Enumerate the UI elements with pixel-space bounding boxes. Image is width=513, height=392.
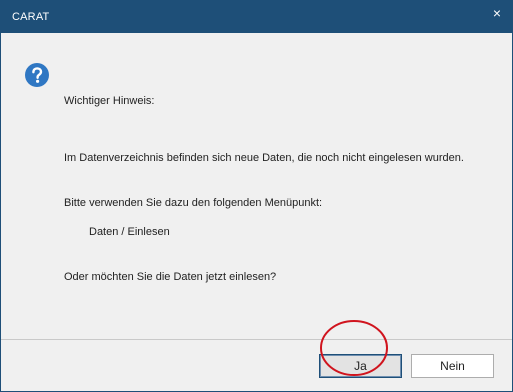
title-bar: CARAT ×	[1, 1, 512, 33]
dialog-window: CARAT × Wichtiger Hinweis: Im Datenverze…	[0, 0, 513, 392]
message-heading: Wichtiger Hinweis:	[64, 95, 155, 107]
menu-path: Daten / Einlesen	[89, 226, 170, 238]
no-button[interactable]: Nein	[411, 354, 494, 378]
message-instruction: Bitte verwenden Sie dazu den folgenden M…	[64, 197, 323, 209]
button-bar: Ja Nein	[1, 339, 512, 391]
message-question: Oder möchten Sie die Daten jetzt einlese…	[64, 271, 277, 283]
message-new-data: Im Datenverzeichnis befinden sich neue D…	[64, 152, 464, 164]
close-icon: ×	[492, 5, 502, 21]
window-title: CARAT	[12, 11, 50, 23]
question-icon	[25, 63, 49, 87]
close-button[interactable]: ×	[482, 1, 512, 27]
message-area: Wichtiger Hinweis: Im Datenverzeichnis b…	[1, 33, 512, 339]
yes-button[interactable]: Ja	[319, 354, 402, 378]
